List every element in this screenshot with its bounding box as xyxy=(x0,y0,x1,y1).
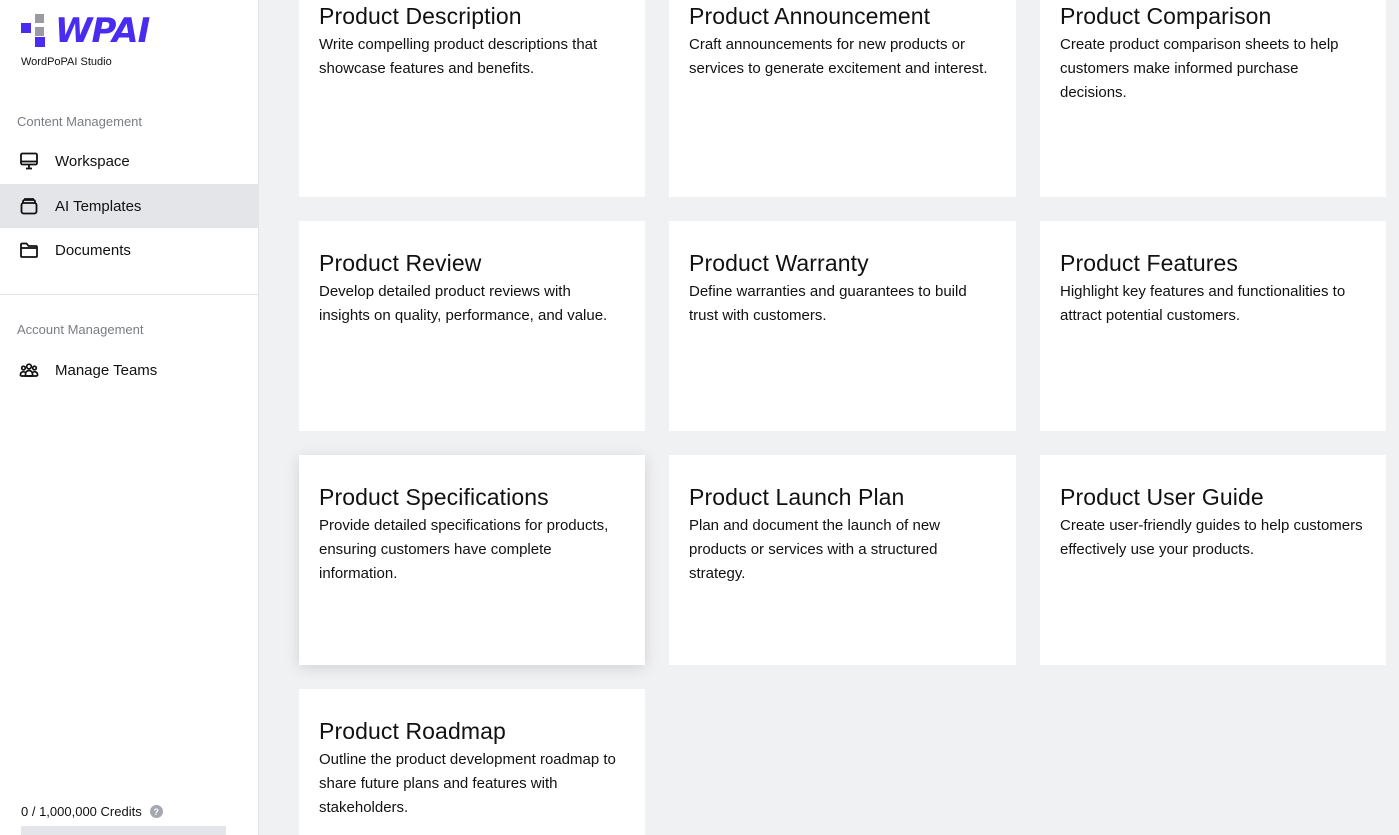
sidebar-item-label: Workspace xyxy=(55,152,130,170)
template-card-title: Product Launch Plan xyxy=(689,484,905,510)
template-card-title: Product Comparison xyxy=(1060,3,1272,29)
template-card-description: Outline the product development roadmap … xyxy=(319,751,616,816)
sidebar-item-manage-teams[interactable]: Manage Teams xyxy=(0,348,258,392)
template-card-description: Create user-friendly guides to help cust… xyxy=(1060,517,1363,558)
template-card-product-description[interactable]: Product Description Write compelling pro… xyxy=(299,0,645,197)
layers-icon xyxy=(18,195,39,216)
template-card-title: Product Description xyxy=(319,3,522,29)
template-card-description: Define warranties and guarantees to buil… xyxy=(689,283,967,324)
sidebar-item-label: Manage Teams xyxy=(55,361,158,379)
users-icon xyxy=(18,359,39,380)
template-card-description: Plan and document the launch of new prod… xyxy=(689,517,941,582)
template-card-product-launch-plan[interactable]: Product Launch Plan Plan and document th… xyxy=(669,455,1016,665)
credits-text: 0 / 1,000,000 Credits xyxy=(21,804,142,819)
sidebar-divider xyxy=(0,294,258,295)
template-card-title: Product Warranty xyxy=(689,250,869,276)
folder-icon xyxy=(18,239,39,260)
template-card-description: Provide detailed specifications for prod… xyxy=(319,517,609,582)
template-card-product-user-guide[interactable]: Product User Guide Create user-friendly … xyxy=(1040,455,1386,665)
brand-logo[interactable]: WPAI WordPoPAI Studio xyxy=(21,11,150,68)
template-card-title: Product Announcement xyxy=(689,3,931,29)
template-card-title: Product User Guide xyxy=(1060,484,1264,510)
brand-subtitle: WordPoPAI Studio xyxy=(21,56,112,68)
sidebar: WPAI WordPoPAI Studio Content Management… xyxy=(0,0,259,835)
template-card-description: Create product comparison sheets to help… xyxy=(1060,36,1339,101)
content-management-label: Content Management xyxy=(17,114,143,129)
template-card-title: Product Features xyxy=(1060,250,1239,276)
sidebar-item-label: AI Templates xyxy=(55,197,142,215)
template-card-product-features[interactable]: Product Features Highlight key features … xyxy=(1040,221,1386,431)
account-management-label: Account Management xyxy=(17,322,144,337)
template-card-product-review[interactable]: Product Review Develop detailed product … xyxy=(299,221,645,431)
template-card-title: Product Specifications xyxy=(319,484,549,510)
sidebar-item-ai-templates[interactable]: AI Templates xyxy=(0,184,258,228)
template-card-product-roadmap[interactable]: Product Roadmap Outline the product deve… xyxy=(299,689,645,835)
sidebar-item-workspace[interactable]: Workspace xyxy=(0,139,258,183)
template-card-description: Highlight key features and functionaliti… xyxy=(1060,283,1346,324)
template-card-product-announcement[interactable]: Product Announcement Craft announcements… xyxy=(669,0,1016,197)
help-icon[interactable]: ? xyxy=(149,805,163,818)
template-card-title: Product Roadmap xyxy=(319,718,506,744)
template-card-description: Write compelling product descriptions th… xyxy=(319,36,598,77)
credits-counter: 0 / 1,000,000 Credits ? xyxy=(21,804,163,819)
template-card-product-specifications[interactable]: Product Specifications Provide detailed … xyxy=(299,455,645,665)
template-card-description: Craft announcements for new products or … xyxy=(689,36,988,77)
logo-mark-icon xyxy=(21,14,45,48)
brand-name: WPAI xyxy=(55,11,150,51)
template-card-description: Develop detailed product reviews with in… xyxy=(319,283,608,324)
template-card-product-warranty[interactable]: Product Warranty Define warranties and g… xyxy=(669,221,1016,431)
sidebar-item-documents[interactable]: Documents xyxy=(0,228,258,272)
monitor-icon xyxy=(18,150,39,171)
template-card-product-comparison[interactable]: Product Comparison Create product compar… xyxy=(1040,0,1386,197)
sidebar-item-label: Documents xyxy=(55,241,131,259)
template-card-title: Product Review xyxy=(319,250,482,276)
credits-progress-bar xyxy=(21,826,226,835)
